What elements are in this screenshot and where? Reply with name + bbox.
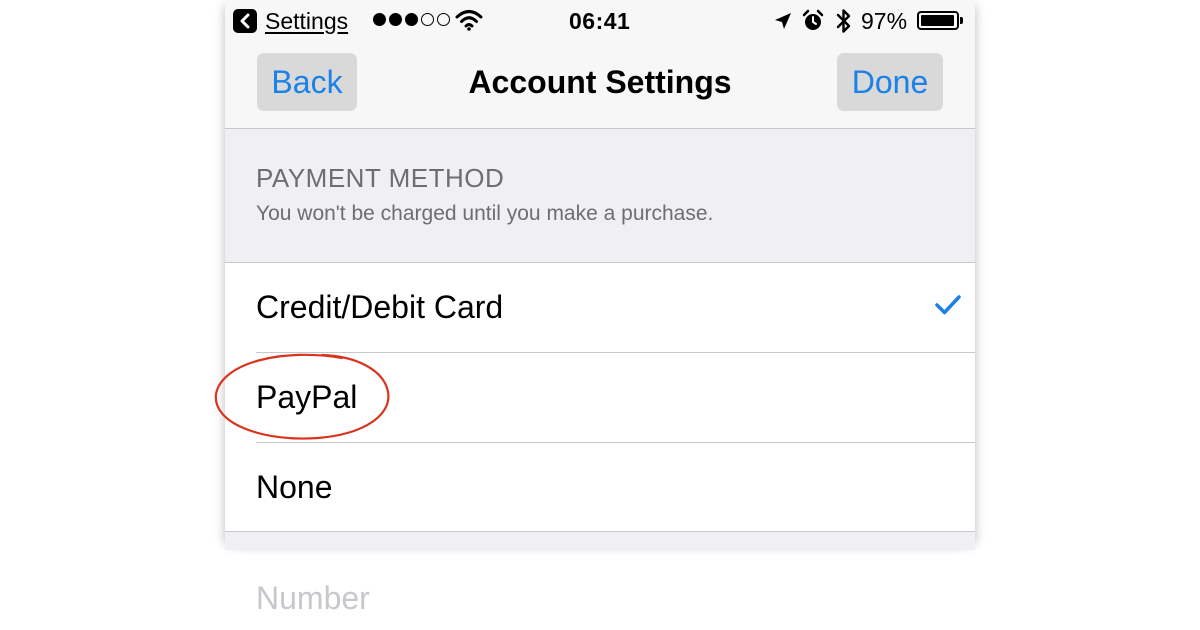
battery-percentage: 97% (861, 8, 908, 34)
highlight-ring-annotation (214, 353, 390, 440)
payment-method-section-header: PAYMENT METHOD You won't be charged unti… (225, 129, 975, 263)
number-field-label: Number (256, 580, 370, 616)
payment-option-none[interactable]: None (225, 443, 975, 532)
signal-dot (421, 13, 434, 26)
bluetooth-icon (836, 9, 851, 33)
alarm-clock-icon (802, 9, 824, 30)
payment-option-credit-debit-card[interactable]: Credit/Debit Card (225, 263, 975, 353)
wifi-icon (455, 10, 483, 31)
navigation-bar: Back Account Settings Done (225, 42, 975, 129)
status-bar: Settings 06:41 97% (225, 0, 975, 42)
battery-fill (921, 15, 954, 26)
option-label: Credit/Debit Card (256, 289, 504, 325)
battery-icon (917, 11, 959, 30)
battery-tip (960, 17, 963, 24)
location-arrow-icon (775, 13, 791, 29)
section-footnote: You won't be charged until you make a pu… (256, 202, 714, 225)
option-label: None (256, 469, 333, 505)
signal-dot (389, 13, 402, 26)
checkmark-icon (935, 295, 961, 315)
signal-dot (437, 13, 450, 26)
done-button[interactable]: Done (837, 53, 943, 111)
status-time: 06:41 (569, 8, 631, 34)
signal-strength-icon (373, 13, 450, 26)
section-title: PAYMENT METHOD (256, 163, 505, 193)
phone-screen: Settings 06:41 97% Back Account Settings (225, 0, 975, 550)
back-arrow-icon[interactable] (233, 9, 257, 33)
signal-dot (373, 13, 386, 26)
signal-dot (405, 13, 418, 26)
back-to-app-link[interactable]: Settings (265, 6, 348, 36)
